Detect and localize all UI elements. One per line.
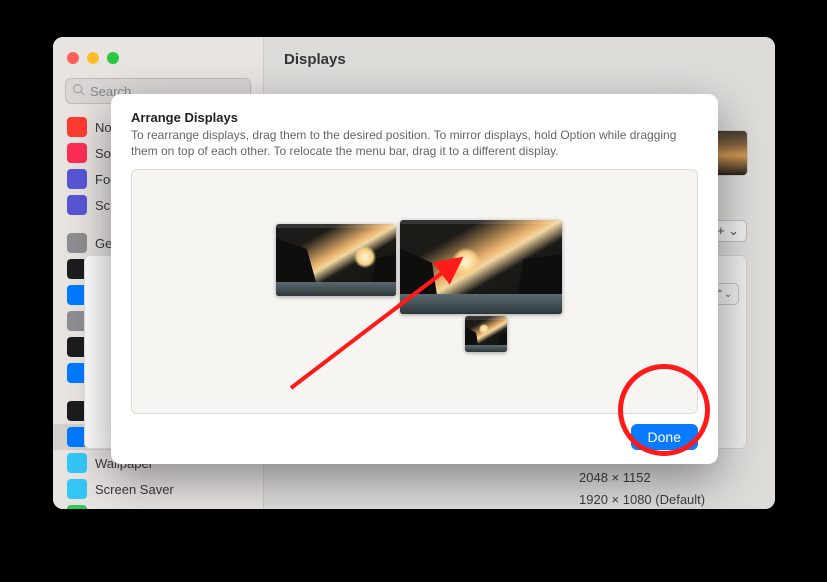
- done-button[interactable]: Done: [631, 424, 698, 450]
- sidebar-item-icon: [67, 453, 87, 473]
- sidebar-item-icon: [67, 233, 87, 253]
- minimize-icon[interactable]: [87, 52, 99, 64]
- dialog-title: Arrange Displays: [131, 110, 698, 125]
- close-icon[interactable]: [67, 52, 79, 64]
- dialog-description: To rearrange displays, drag them to the …: [131, 127, 698, 159]
- sidebar-item-label: Screen Saver: [95, 482, 174, 497]
- sidebar-item-battery[interactable]: Battery: [53, 502, 263, 509]
- sidebar-item-icon: [67, 505, 87, 509]
- search-icon: [72, 83, 85, 99]
- display-arrangement-area[interactable]: [131, 169, 698, 414]
- sidebar-item-screen-saver[interactable]: Screen Saver: [53, 476, 263, 502]
- sidebar-item-icon: [67, 143, 87, 163]
- maximize-icon[interactable]: [107, 52, 119, 64]
- sidebar-item-icon: [67, 479, 87, 499]
- display-3[interactable]: [465, 316, 507, 352]
- display-1[interactable]: [276, 224, 396, 296]
- sidebar-item-icon: [67, 169, 87, 189]
- window-controls: [53, 49, 263, 78]
- sidebar-item-label: Battery: [95, 508, 136, 510]
- sidebar-item-icon: [67, 117, 87, 137]
- display-2[interactable]: [400, 220, 562, 314]
- arrange-displays-dialog: Arrange Displays To rearrange displays, …: [111, 94, 718, 464]
- sidebar-item-icon: [67, 195, 87, 215]
- dialog-footer: Done: [131, 414, 698, 450]
